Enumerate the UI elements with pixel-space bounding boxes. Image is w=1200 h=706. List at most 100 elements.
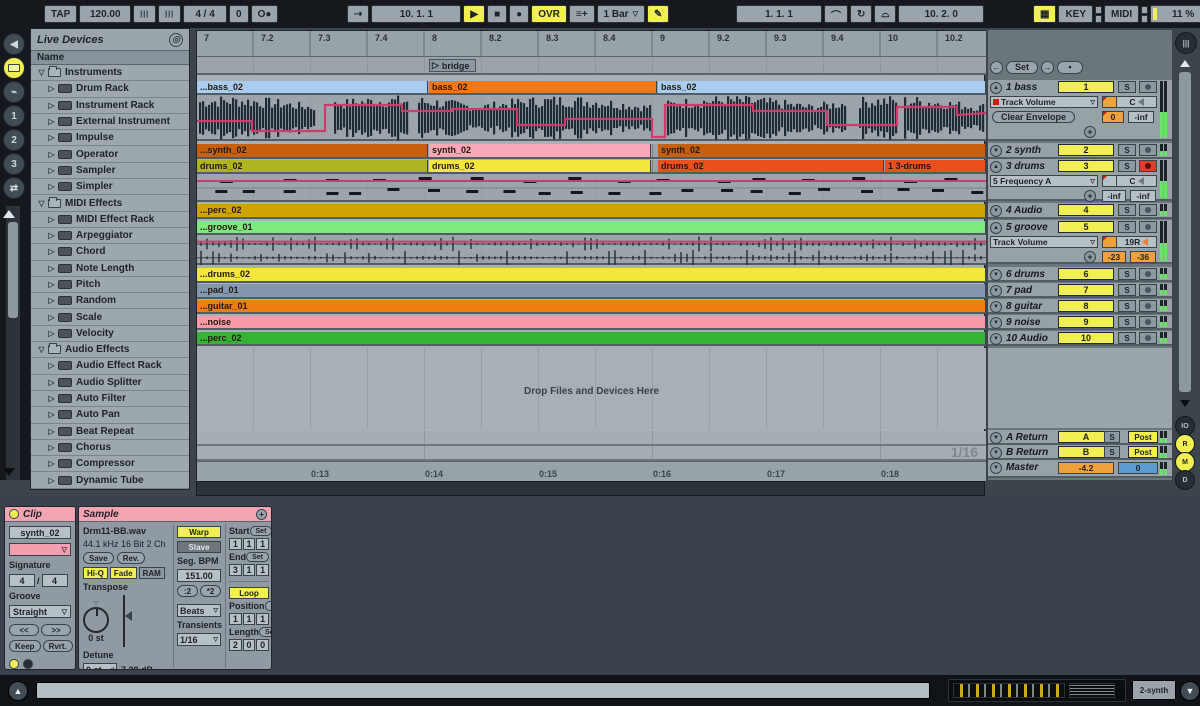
- collapsed-arrow-icon[interactable]: ▷: [47, 84, 56, 93]
- punch-in-button[interactable]: ⌒: [824, 5, 848, 23]
- browser-item[interactable]: ▷Dynamic Tube: [31, 472, 189, 488]
- file-browser-3-icon[interactable]: 3: [3, 153, 25, 175]
- expand-arrow-icon[interactable]: ▼: [990, 205, 1002, 217]
- beat-time-ruler[interactable]: 77.27.37.488.28.38.499.29.39.41010.2: [197, 31, 986, 57]
- start-set-button[interactable]: Set: [250, 526, 272, 536]
- arrangement-clip[interactable]: synth_02: [658, 144, 986, 157]
- collapsed-arrow-icon[interactable]: ▷: [47, 117, 56, 126]
- follow-button[interactable]: ⇢: [347, 5, 369, 23]
- mixer-section-toggle-m[interactable]: M: [1175, 452, 1195, 472]
- collapsed-arrow-icon[interactable]: ▷: [47, 459, 56, 468]
- hot-swap-mode-icon[interactable]: ⇄: [3, 177, 25, 199]
- clip-activator-lamp[interactable]: [9, 509, 19, 519]
- show-info-button[interactable]: ▲: [8, 681, 28, 701]
- arrangement-clip[interactable]: drums_02: [197, 160, 428, 172]
- track-header[interactable]: ▼B ReturnBSPost: [988, 445, 1172, 460]
- expand-arrow-icon[interactable]: ▼: [990, 432, 1002, 444]
- browser-item[interactable]: ▷Arpeggiator: [31, 228, 189, 244]
- quantize-icon[interactable]: ≡+: [569, 5, 595, 23]
- collapsed-arrow-icon[interactable]: ▷: [47, 476, 56, 485]
- solo-button[interactable]: S: [1118, 221, 1136, 233]
- track-header[interactable]: ▼Master-4.20: [988, 460, 1172, 478]
- mixer-overview-icon[interactable]: |||: [1175, 32, 1197, 54]
- track-header[interactable]: ▲3 drums3S5 Frequency A▽-14C+-inf-inf: [988, 159, 1172, 201]
- record-button[interactable]: ●: [509, 5, 529, 23]
- slave-toggle[interactable]: Slave: [177, 541, 221, 553]
- browser-item[interactable]: ▷MIDI Effect Rack: [31, 212, 189, 228]
- browser-item[interactable]: ▷Impulse: [31, 130, 189, 146]
- loop-position-value[interactable]: 111: [229, 613, 269, 625]
- arrangement-clip[interactable]: ...groove_01: [197, 221, 986, 233]
- arm-button[interactable]: [1139, 221, 1157, 233]
- arrangement-clip[interactable]: ...drums_02: [197, 268, 986, 281]
- mixer-section-toggle-r[interactable]: R: [1175, 434, 1195, 454]
- browser-item[interactable]: ▷Operator: [31, 146, 189, 162]
- browser-item[interactable]: ▷Velocity: [31, 326, 189, 342]
- arrangement-clip[interactable]: synth_02: [429, 144, 651, 157]
- collapsed-arrow-icon[interactable]: ▷: [47, 247, 56, 256]
- solo-button[interactable]: S: [1118, 268, 1136, 280]
- track-header[interactable]: ▼10 Audio10S: [988, 331, 1172, 346]
- browser-item[interactable]: ▽MIDI Effects: [31, 195, 189, 211]
- solo-button[interactable]: S: [1118, 81, 1136, 93]
- return-lane[interactable]: [197, 431, 986, 446]
- browser-item[interactable]: ▷Chorus: [31, 440, 189, 456]
- clip-edit-lamp[interactable]: [23, 659, 33, 669]
- arrangement-clip[interactable]: ...perc_02: [197, 204, 986, 217]
- prev-locator-button[interactable]: ←: [990, 61, 1003, 74]
- track-number-box[interactable]: 7: [1058, 284, 1114, 296]
- tap-tempo-button[interactable]: TAP: [44, 5, 77, 23]
- track-header[interactable]: ▼2 synth2S: [988, 143, 1172, 159]
- track-header[interactable]: ▲1 bass1STrack Volume▽4.8CClear Envelope…: [988, 80, 1172, 141]
- track-header[interactable]: ▼8 guitar8S: [988, 299, 1172, 314]
- hide-detail-button[interactable]: ▼: [1180, 681, 1200, 701]
- revert-button[interactable]: Rvrt.: [43, 640, 73, 652]
- scrub-locator-area[interactable]: ▷bridge: [197, 57, 986, 75]
- loop-button[interactable]: ↻: [850, 5, 872, 23]
- arr-scroll-thumb[interactable]: [1179, 72, 1191, 392]
- locator-marker[interactable]: ▷bridge: [429, 59, 476, 72]
- track-header[interactable]: ▼A ReturnASPost: [988, 430, 1172, 445]
- arrangement-clip[interactable]: bass_02: [429, 81, 657, 93]
- length-set-button[interactable]: Set: [259, 627, 272, 637]
- arrangement-clip[interactable]: drums_02: [429, 160, 651, 172]
- browser-item[interactable]: ▷Sampler: [31, 163, 189, 179]
- file-browser-1-icon[interactable]: 1: [3, 105, 25, 127]
- browser-column-header[interactable]: Name: [31, 51, 189, 65]
- position-set-button[interactable]: Set: [265, 601, 273, 611]
- collapsed-arrow-icon[interactable]: ▷: [47, 427, 56, 436]
- expand-arrow-icon[interactable]: ▼: [990, 317, 1002, 329]
- groove-chooser[interactable]: Straight ▽: [9, 605, 71, 618]
- return-lane[interactable]: [197, 446, 986, 461]
- arrangement-clip[interactable]: ...perc_02: [197, 332, 986, 344]
- track-number-box[interactable]: 8: [1058, 300, 1114, 312]
- value-box-2[interactable]: 0: [1102, 111, 1124, 123]
- time-signature-field[interactable]: 4 / 4: [183, 5, 227, 23]
- horizontal-zoom-scrollbar[interactable]: [196, 481, 985, 496]
- expand-arrow-icon[interactable]: ▼: [990, 145, 1002, 157]
- browser-scroll-up-arrow[interactable]: [3, 210, 15, 218]
- midi-map-button[interactable]: MIDI: [1104, 5, 1139, 23]
- expand-arrow-icon[interactable]: ▼: [990, 301, 1002, 313]
- clip-loop-lamp[interactable]: [9, 659, 19, 669]
- computer-midi-keyboard-button[interactable]: ▦: [1033, 5, 1056, 23]
- clear-envelope-button[interactable]: Clear Envelope: [992, 111, 1075, 123]
- browser-item[interactable]: ▽Audio Effects: [31, 342, 189, 358]
- solo-button[interactable]: S: [1118, 160, 1136, 172]
- loop-length-value[interactable]: 200: [229, 639, 269, 651]
- collapse-arrow-icon[interactable]: ▲: [990, 82, 1002, 94]
- clip-color-chooser[interactable]: ▽: [9, 543, 71, 556]
- collapsed-arrow-icon[interactable]: ▷: [47, 133, 56, 142]
- arrangement-clip[interactable]: ...bass_02: [197, 81, 428, 93]
- value-box-2[interactable]: -inf: [1102, 190, 1126, 202]
- next-locator-button[interactable]: →: [1041, 61, 1054, 74]
- loop-toggle[interactable]: Loop: [229, 587, 269, 599]
- add-panel-icon[interactable]: +: [256, 509, 267, 520]
- save-button[interactable]: Save: [83, 552, 114, 564]
- warp-toggle[interactable]: Warp: [177, 526, 221, 538]
- warp-mode-chooser[interactable]: Beats ▽: [177, 604, 221, 617]
- expand-arrow-icon[interactable]: ▼: [990, 269, 1002, 281]
- collapsed-arrow-icon[interactable]: ▷: [47, 329, 56, 338]
- browser-item[interactable]: ▷Audio Effect Rack: [31, 358, 189, 374]
- post-toggle[interactable]: Post: [1128, 446, 1158, 458]
